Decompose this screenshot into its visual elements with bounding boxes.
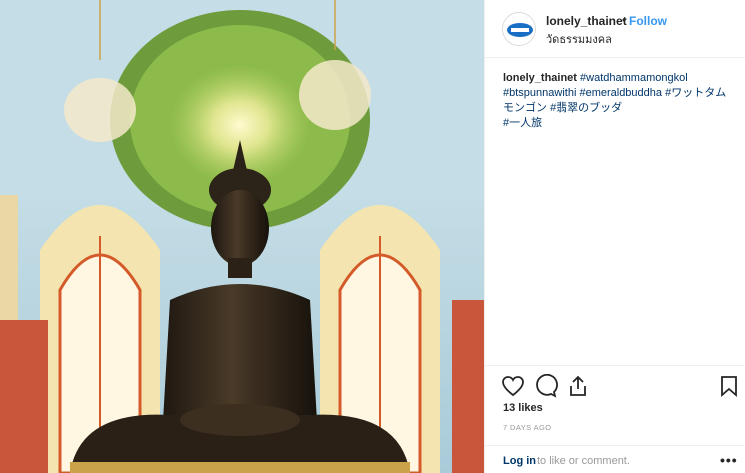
post-photo[interactable] xyxy=(0,0,484,473)
login-link[interactable]: Log in xyxy=(503,455,536,467)
post-sidebar: lonely_thainet • Follow วัดธรรมมงคล lone… xyxy=(484,0,745,473)
header-separator: • xyxy=(622,13,627,27)
comment-icon[interactable] xyxy=(534,373,558,398)
share-icon[interactable] xyxy=(566,374,590,398)
comment-bar: Log in to like or comment. ••• xyxy=(485,445,745,473)
hashtag-link[interactable]: #watdhammamongkol xyxy=(580,72,688,84)
post-header: lonely_thainet • Follow วัดธรรมมงคล xyxy=(485,0,745,58)
post-caption: lonely_thainet #watdhammamongkol #btspun… xyxy=(503,71,733,131)
hashtag-link[interactable]: #一人旅 xyxy=(503,117,542,129)
heart-icon[interactable] xyxy=(501,374,525,398)
follow-button[interactable]: Follow xyxy=(629,14,667,28)
header-username[interactable]: lonely_thainet xyxy=(546,14,627,28)
buddha-image xyxy=(0,0,484,473)
hashtag-link[interactable]: #emeraldbuddha xyxy=(579,87,662,99)
login-prompt-text: to like or comment. xyxy=(537,455,630,467)
avatar[interactable] xyxy=(502,12,536,46)
hashtag-link[interactable]: #翡翠のブッダ xyxy=(550,102,622,114)
caption-username[interactable]: lonely_thainet xyxy=(503,72,577,84)
post-date[interactable]: 7 DAYS AGO xyxy=(503,423,551,432)
more-options-icon[interactable]: ••• xyxy=(720,452,738,468)
likes-count[interactable]: 13 likes xyxy=(503,402,543,414)
lonely-planet-logo-icon xyxy=(504,14,535,45)
hashtag-link[interactable]: #btspunnawithi xyxy=(503,87,576,99)
post-actions: 13 likes 7 DAYS AGO Log in to like or co… xyxy=(485,365,745,473)
location-link[interactable]: วัดธรรมมงคล xyxy=(546,30,612,48)
bookmark-icon[interactable] xyxy=(717,374,741,398)
